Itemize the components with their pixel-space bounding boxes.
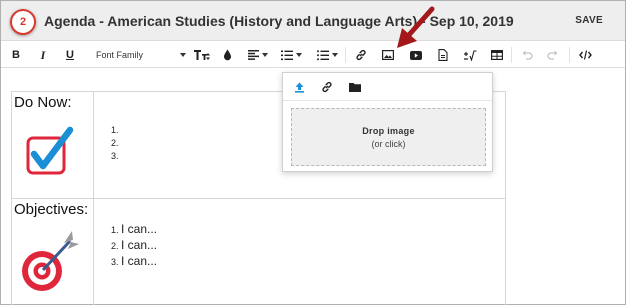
table-cell-label[interactable]: Do Now:	[11, 91, 94, 199]
save-button[interactable]: SAVE	[575, 15, 603, 26]
ordered-list-icon[interactable]	[278, 42, 304, 68]
link-icon[interactable]	[353, 42, 369, 68]
text-color-icon[interactable]	[221, 42, 233, 68]
drop-image-title: Drop image	[362, 125, 415, 136]
page-title: Agenda - American Studies (History and L…	[44, 13, 514, 29]
upload-icon[interactable]	[285, 73, 313, 101]
unordered-list-caret-icon	[331, 53, 338, 57]
toolbar-divider	[569, 47, 570, 63]
table-icon[interactable]	[488, 42, 506, 68]
editor-toolbar: B I U Font Family	[1, 42, 625, 68]
file-icon[interactable]	[434, 42, 452, 68]
drop-image-subtitle: (or click)	[371, 138, 406, 149]
underline-icon[interactable]: U	[63, 42, 77, 68]
table-cell-label[interactable]: Objectives:	[11, 198, 94, 305]
checkbox-check-icon	[26, 126, 74, 175]
list-item: I can...	[121, 237, 157, 253]
align-icon[interactable]	[248, 42, 268, 68]
code-view-icon[interactable]	[576, 42, 594, 68]
drop-image-zone[interactable]: Drop image (or click)	[291, 108, 486, 166]
unordered-list-icon[interactable]	[314, 42, 340, 68]
bold-icon[interactable]: B	[9, 42, 23, 68]
objectives-list: I can... I can... I can...	[121, 221, 157, 269]
italic-icon[interactable]: I	[36, 42, 50, 68]
ordered-list-caret-icon	[295, 53, 302, 57]
redo-icon[interactable]	[544, 42, 562, 68]
formula-icon[interactable]	[460, 42, 480, 68]
video-icon[interactable]	[407, 42, 425, 68]
list-item: I can...	[121, 253, 157, 269]
step-badge: 2	[10, 9, 36, 35]
undo-icon[interactable]	[518, 42, 536, 68]
target-icon	[22, 231, 79, 291]
link-icon[interactable]	[313, 73, 341, 101]
table-cell-content[interactable]: I can... I can... I can...	[93, 198, 506, 305]
editor-header: 2 Agenda - American Studies (History and…	[1, 1, 625, 41]
toolbar-divider	[511, 47, 512, 63]
list-item: I can...	[121, 221, 157, 237]
step-number: 2	[19, 16, 27, 28]
image-icon[interactable]	[379, 42, 397, 68]
objectives-label: Objectives:	[14, 201, 89, 218]
insert-image-popup: Drop image (or click)	[282, 72, 493, 172]
chevron-down-icon	[180, 53, 186, 57]
font-family-value: Font Family	[96, 50, 144, 60]
table-row: Objectives: I can... I can... I can...	[11, 198, 506, 305]
do-now-label: Do Now:	[14, 94, 72, 111]
align-caret-icon	[262, 53, 268, 57]
font-size-icon[interactable]	[191, 42, 213, 68]
toolbar-divider	[345, 47, 346, 63]
font-family-select[interactable]: Font Family	[96, 42, 186, 68]
folder-icon[interactable]	[341, 73, 369, 101]
popup-tabs	[283, 73, 492, 101]
